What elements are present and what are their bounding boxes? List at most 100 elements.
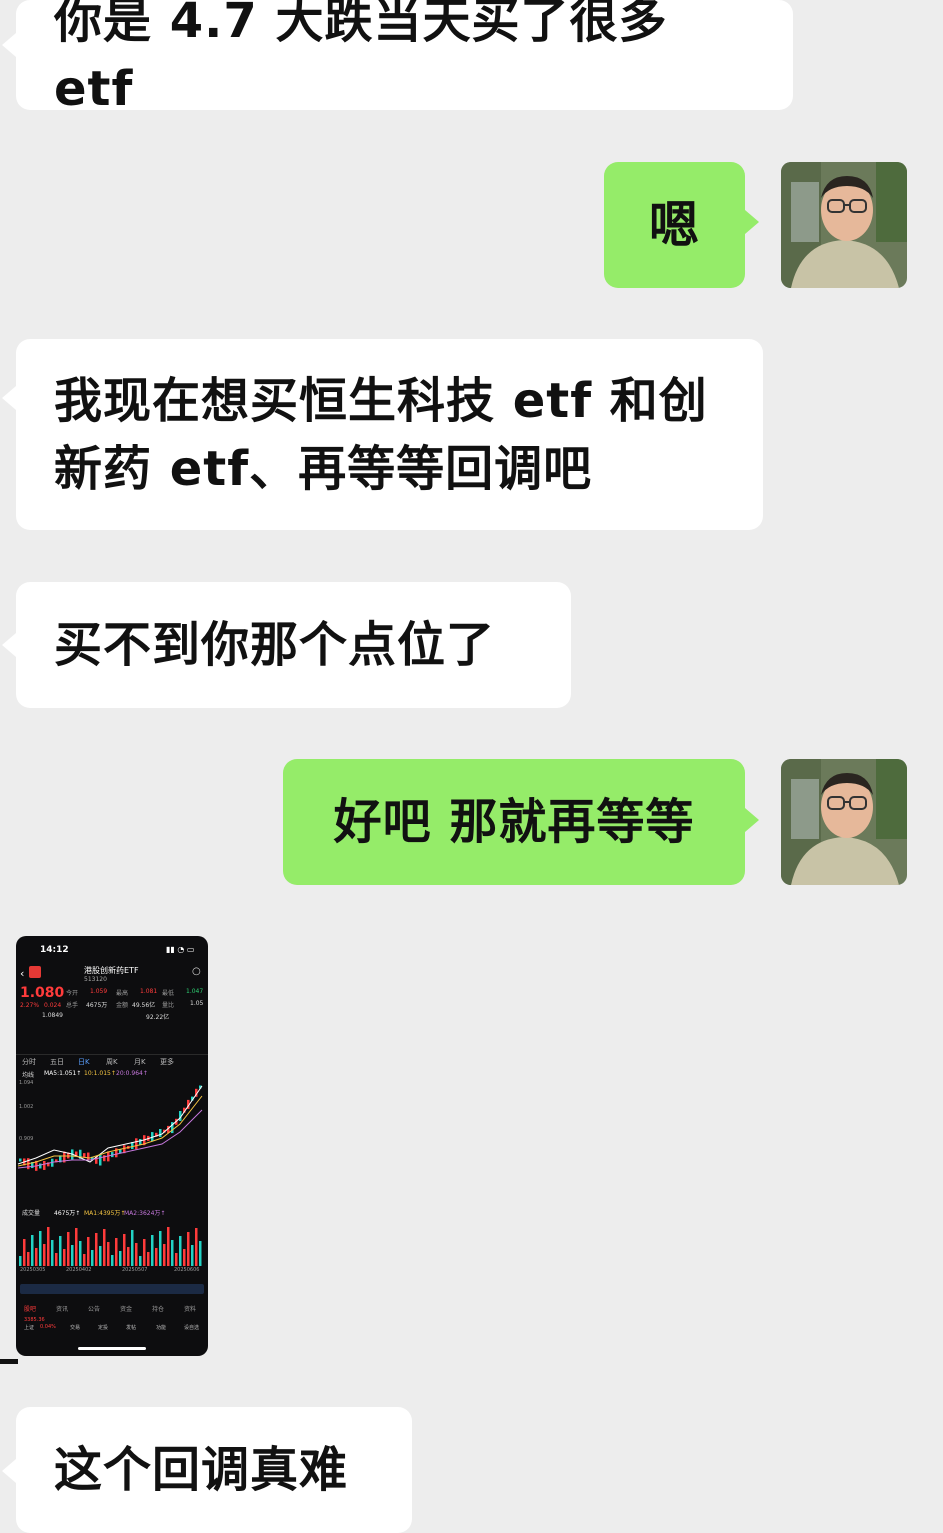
tab-daily-k[interactable]: 日K (78, 1057, 90, 1067)
message-bubble-outgoing[interactable]: 嗯 (604, 162, 745, 288)
back-icon[interactable]: ‹ (20, 967, 24, 980)
candle (19, 1158, 22, 1162)
volume-bar (159, 1231, 162, 1266)
volume-bar (131, 1230, 134, 1266)
quote-label: 最高 (116, 990, 129, 997)
stock-price: 1.080 (20, 985, 65, 1001)
nav-item[interactable]: 发帖 (126, 1324, 136, 1331)
tab-weekly-k[interactable]: 周K (106, 1057, 118, 1067)
bubble-tail (745, 210, 759, 234)
bubble-tail (2, 386, 16, 410)
bubble-tail (745, 808, 759, 832)
volume-bar (47, 1227, 50, 1266)
candlestick-chart (17, 1085, 203, 1171)
volume-bar (51, 1240, 54, 1266)
quote-value: 1.05 (190, 1000, 204, 1007)
volume-bar (79, 1241, 82, 1266)
volume-bar (123, 1234, 126, 1266)
avatar-photo (781, 162, 907, 288)
candle (103, 1155, 106, 1162)
volume-bar (199, 1241, 202, 1266)
quote-value: 4675万 (86, 1002, 108, 1009)
volume-bar (107, 1242, 110, 1266)
volume-label: 成交量 (22, 1210, 41, 1217)
tab-monthly-k[interactable]: 月K (134, 1057, 146, 1067)
nav-value: 1.0849 (42, 1012, 63, 1019)
stock-code: 513120 (84, 976, 107, 983)
avatar[interactable] (781, 759, 907, 885)
volume-bar (83, 1254, 86, 1266)
bottom-tab[interactable]: 资料 (184, 1304, 196, 1313)
tab-5day[interactable]: 五日 (50, 1057, 64, 1067)
volume-bar (195, 1228, 198, 1266)
volume-bar (127, 1247, 130, 1266)
nav-item[interactable]: 上证 (24, 1324, 34, 1331)
avatar-photo (781, 759, 907, 885)
quote-value: 1.047 (186, 988, 204, 995)
index-change: 0.04% (40, 1324, 56, 1330)
message-bubble-incoming[interactable]: 买不到你那个点位了 (16, 582, 571, 708)
candle (39, 1163, 42, 1169)
volume-bar (19, 1256, 22, 1266)
quote-label: 总手 (66, 1002, 79, 1009)
nav-item[interactable]: 功能 (156, 1324, 166, 1331)
quote-value: 1.059 (90, 988, 108, 995)
date-label: 20250507 (122, 1267, 148, 1273)
volume-ma2: MA2:3624万↑ (124, 1210, 166, 1217)
tab-intraday[interactable]: 分时 (22, 1057, 36, 1067)
volume-bar (179, 1236, 182, 1266)
tab-more[interactable]: 更多 (160, 1057, 174, 1067)
candle (159, 1129, 162, 1137)
nav-item[interactable]: 交易 (70, 1324, 80, 1331)
stock-title: 港股创新药ETF (84, 966, 139, 975)
volume-bar (59, 1236, 62, 1266)
volume-bar (143, 1239, 146, 1266)
message-text-line: 新药 etf、再等等回调吧 (54, 440, 593, 497)
volume-bar (119, 1251, 122, 1266)
message-text: 这个回调真难 (54, 1442, 349, 1498)
bottom-tab[interactable]: 公告 (88, 1304, 100, 1313)
volume-bar (171, 1240, 174, 1266)
volume-bar (31, 1235, 34, 1266)
volume-bar (163, 1244, 166, 1266)
bottom-tab[interactable]: 股吧 (24, 1304, 36, 1313)
volume-ma1: MA1:4395万↑ (84, 1210, 126, 1217)
divider (16, 1054, 208, 1055)
image-message-stock-chart[interactable]: 14:12 ▮▮ ◔ ▭ ‹ 港股创新药ETF 513120 ○ 1.080 2… (16, 936, 208, 1356)
message-text: 嗯 (649, 196, 700, 254)
volume-bar (91, 1250, 94, 1266)
volume-bar (55, 1253, 58, 1266)
banner[interactable] (20, 1284, 204, 1294)
volume-bar (99, 1246, 102, 1266)
date-label: 20250305 (20, 1267, 46, 1273)
nav-item[interactable]: 定投 (98, 1324, 108, 1331)
volume-chart (19, 1227, 202, 1266)
message-bubble-incoming[interactable]: 我现在想买恒生科技 etf 和创 新药 etf、再等等回调吧 (16, 339, 763, 530)
message-bubble-incoming[interactable]: 这个回调真难 (16, 1407, 412, 1533)
status-time: 14:12 (40, 945, 69, 955)
volume-bar (39, 1231, 42, 1266)
volume-bar (43, 1244, 46, 1266)
message-bubble-outgoing[interactable]: 好吧 那就再等等 (283, 759, 745, 885)
search-icon[interactable]: ○ (192, 966, 201, 977)
candle (87, 1152, 90, 1161)
message-text-line: 我现在想买恒生科技 etf 和创 (54, 372, 708, 429)
bottom-tab[interactable]: 资讯 (56, 1304, 68, 1313)
volume-bar (111, 1255, 114, 1266)
avatar[interactable] (781, 162, 907, 288)
bottom-tab[interactable]: 持仓 (152, 1304, 164, 1313)
index-value: 3385.36 (24, 1317, 45, 1323)
scroll-mark (0, 1359, 18, 1364)
nav-item[interactable]: 设自选 (184, 1324, 199, 1331)
volume-bar (23, 1239, 26, 1266)
volume-bar (191, 1245, 194, 1266)
candle (83, 1153, 86, 1158)
bottom-tab[interactable]: 资金 (120, 1304, 132, 1313)
volume-bar (155, 1248, 158, 1266)
volume-bar (35, 1248, 38, 1266)
volume-bar (71, 1245, 74, 1266)
volume-bar (67, 1232, 70, 1266)
quote-value: 1.081 (140, 988, 158, 995)
volume-bar (167, 1227, 170, 1266)
message-bubble-incoming[interactable]: 你是 4.7 大跌当天买了很多 etf (16, 0, 793, 117)
